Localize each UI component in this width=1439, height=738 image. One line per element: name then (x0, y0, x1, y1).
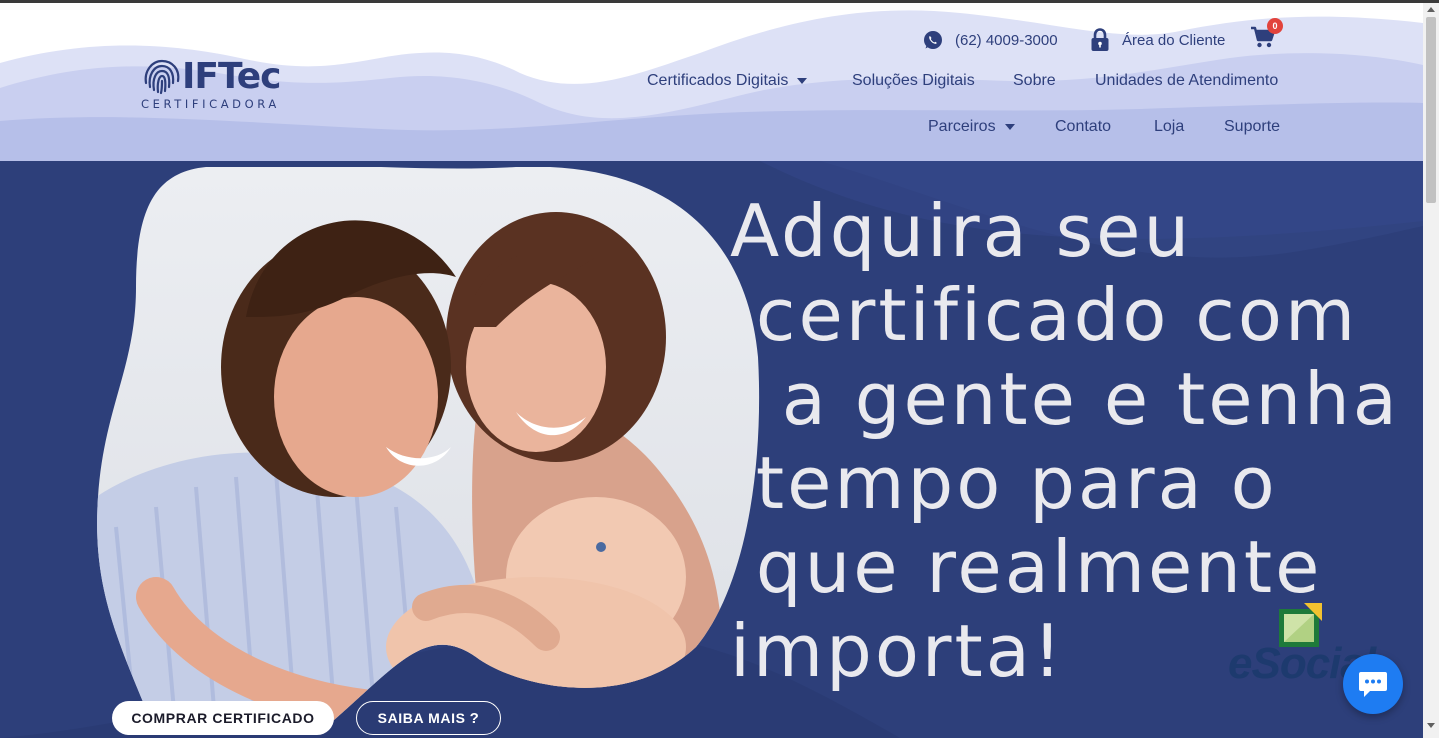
nav-label: Sobre (1013, 72, 1056, 89)
nav-parceiros[interactable]: Parceiros (928, 118, 1015, 136)
headline-line: a gente e tenha (730, 357, 1400, 441)
site-header: IFTec CERTIFICADORA (62) 4009-3000 Área … (0, 3, 1423, 161)
scroll-up-arrow-icon[interactable] (1427, 7, 1435, 12)
hero-banner: Adquira seu certificado com a gente e te… (0, 161, 1423, 738)
chevron-down-icon (797, 78, 808, 84)
nav-label: Parceiros (928, 118, 996, 135)
nav-suporte[interactable]: Suporte (1224, 118, 1280, 136)
logo-wordmark: IFTec (182, 56, 282, 97)
buy-certificate-button[interactable]: COMPRAR CERTIFICADO (112, 701, 334, 735)
nav-label: Unidades de Atendimento (1095, 72, 1279, 89)
scroll-down-arrow-icon[interactable] (1427, 723, 1435, 728)
lock-icon (1090, 28, 1110, 52)
phone-link[interactable]: (62) 4009-3000 (923, 27, 1058, 53)
logo-tagline: CERTIFICADORA (141, 97, 280, 111)
family-photo (97, 167, 760, 733)
nav-label: Certificados Digitais (647, 72, 789, 89)
phone-number: (62) 4009-3000 (955, 31, 1058, 49)
chevron-down-icon (1004, 124, 1015, 130)
buy-certificate-label: COMPRAR CERTIFICADO (131, 710, 315, 726)
whatsapp-icon (923, 30, 943, 50)
nav-solucoes-digitais[interactable]: Soluções Digitais (852, 72, 975, 90)
nav-label: Contato (1055, 118, 1112, 135)
nav-loja[interactable]: Loja (1154, 118, 1184, 136)
fingerprint-icon (144, 59, 180, 95)
nav-label: Suporte (1224, 118, 1281, 135)
headline-line: Adquira seu (730, 189, 1193, 273)
headline-line: que realmente (730, 525, 1323, 609)
learn-more-button[interactable]: SAIBA MAIS ? (356, 701, 501, 735)
chat-icon (1359, 672, 1387, 697)
nav-certificados-digitais[interactable]: Certificados Digitais (647, 72, 808, 90)
question-icon: ? (469, 709, 480, 727)
nav-label: Loja (1154, 118, 1185, 135)
site-logo[interactable]: IFTec CERTIFICADORA (140, 55, 290, 115)
scrollbar-thumb[interactable] (1426, 17, 1436, 203)
chat-widget-button[interactable] (1343, 654, 1403, 714)
nav-sobre[interactable]: Sobre (1013, 72, 1056, 90)
headline-line: tempo para o (730, 441, 1278, 525)
headline-line: certificado com (730, 273, 1359, 357)
learn-more-label: SAIBA MAIS (377, 710, 466, 726)
page-scrollbar[interactable] (1423, 3, 1439, 738)
client-area-label: Área do Cliente (1122, 31, 1226, 49)
client-area-link[interactable]: Área do Cliente (1090, 27, 1225, 53)
nav-label: Soluções Digitais (852, 72, 975, 89)
nav-unidades-de-atendimento[interactable]: Unidades de Atendimento (1095, 72, 1278, 90)
cart-count-badge: 0 (1267, 18, 1283, 34)
nav-contato[interactable]: Contato (1055, 118, 1111, 136)
cart-button[interactable]: 0 (1250, 18, 1284, 53)
